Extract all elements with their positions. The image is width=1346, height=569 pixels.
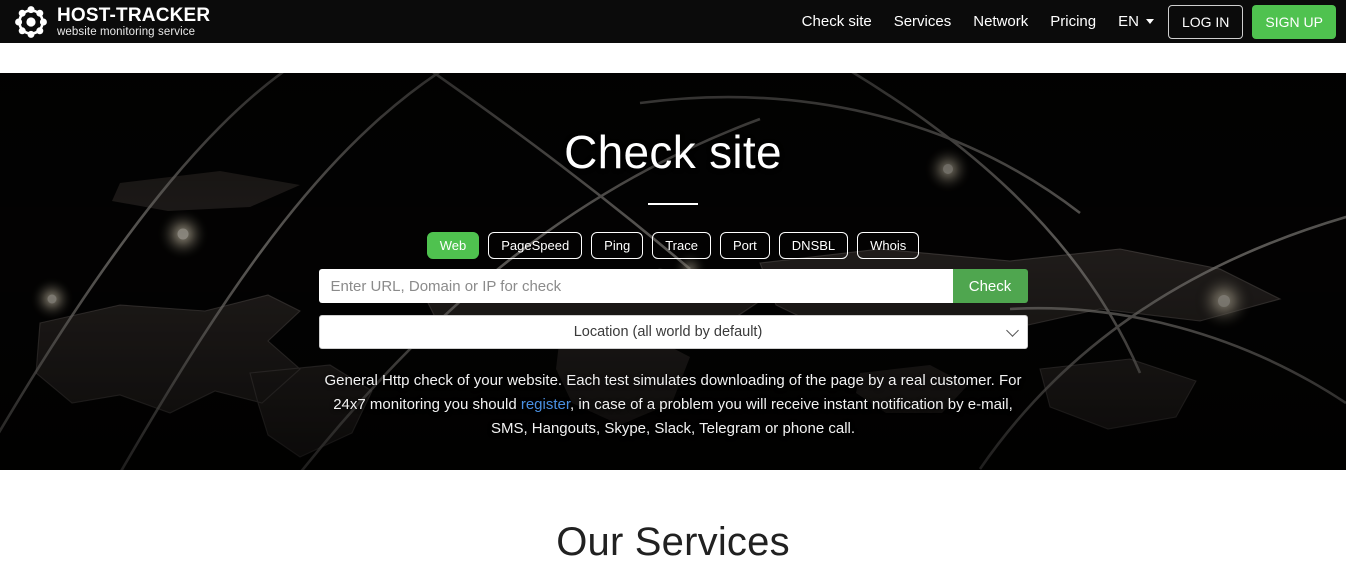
site-header: HOST-TRACKER website monitoring service … bbox=[0, 0, 1346, 43]
services-section: Our Services bbox=[0, 470, 1346, 569]
nav-check-site[interactable]: Check site bbox=[791, 7, 883, 36]
hero-section: Check site Web PageSpeed Ping Trace Port… bbox=[0, 73, 1346, 470]
services-title: Our Services bbox=[556, 520, 790, 564]
tab-ping[interactable]: Ping bbox=[591, 232, 644, 259]
main-navigation: Check site Services Network Pricing EN L… bbox=[791, 4, 1336, 39]
location-select-value: Location (all world by default) bbox=[573, 324, 763, 340]
chevron-down-icon bbox=[1005, 324, 1019, 337]
nav-network[interactable]: Network bbox=[962, 7, 1039, 36]
tab-whois[interactable]: Whois bbox=[857, 232, 920, 259]
brand-text: HOST-TRACKER website monitoring service bbox=[57, 5, 210, 39]
location-select[interactable]: Location (all world by default) bbox=[318, 315, 1028, 349]
nav-pricing[interactable]: Pricing bbox=[1039, 7, 1107, 36]
tab-trace[interactable]: Trace bbox=[652, 232, 711, 259]
register-link[interactable]: register bbox=[521, 396, 570, 413]
page-title: Check site bbox=[564, 126, 782, 178]
language-selector[interactable]: EN bbox=[1107, 7, 1162, 36]
brand-tagline: website monitoring service bbox=[57, 25, 196, 38]
login-button[interactable]: LOG IN bbox=[1167, 4, 1244, 39]
check-form: Check bbox=[318, 269, 1028, 303]
check-type-tabs: Web PageSpeed Ping Trace Port DNSBL Whoi… bbox=[426, 232, 920, 259]
brand-name: HOST-TRACKER bbox=[57, 4, 211, 26]
tab-pagespeed[interactable]: PageSpeed bbox=[488, 232, 583, 259]
language-label: EN bbox=[1118, 13, 1139, 30]
title-divider bbox=[648, 203, 698, 205]
check-button[interactable]: Check bbox=[952, 269, 1028, 303]
caret-down-icon bbox=[1145, 19, 1154, 24]
nav-services[interactable]: Services bbox=[883, 7, 963, 36]
url-input[interactable] bbox=[318, 269, 953, 303]
hero-description-part2: , in case of a problem you will receive … bbox=[490, 396, 1013, 437]
header-spacer bbox=[0, 43, 1346, 73]
atom-ring-icon bbox=[14, 5, 48, 39]
tab-dnsbl[interactable]: DNSBL bbox=[778, 232, 849, 259]
tab-web[interactable]: Web bbox=[426, 232, 480, 259]
signup-button[interactable]: SIGN UP bbox=[1252, 4, 1336, 39]
brand-logo[interactable]: HOST-TRACKER website monitoring service bbox=[14, 5, 210, 39]
hero-description: General Http check of your website. Each… bbox=[323, 369, 1023, 441]
tab-port[interactable]: Port bbox=[719, 232, 770, 259]
